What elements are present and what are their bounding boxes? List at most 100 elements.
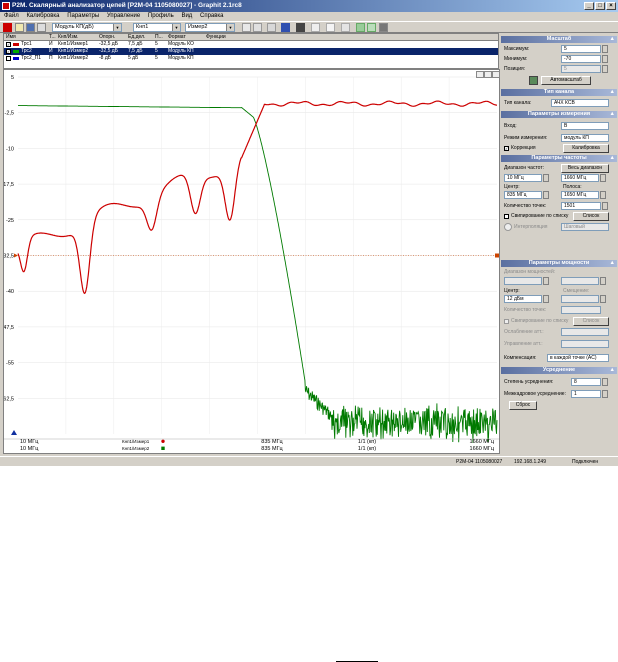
power-header[interactable]: Параметры мощности ▲ bbox=[501, 260, 617, 267]
power-stop-spin[interactable] bbox=[600, 277, 606, 285]
menu-file[interactable]: Файл bbox=[4, 13, 19, 19]
atten-ctrl-input[interactable] bbox=[561, 340, 609, 348]
trace-visible-checkbox[interactable]: ✓ bbox=[6, 42, 11, 47]
power-center-spin[interactable] bbox=[543, 295, 549, 303]
power-center-input[interactable]: 12 дБм bbox=[504, 295, 542, 303]
calibration-button[interactable]: Калибровка bbox=[563, 144, 609, 153]
avg-degree-input[interactable]: 8 bbox=[571, 378, 601, 386]
freq-stop-spin[interactable] bbox=[600, 174, 606, 182]
avg-inter-input[interactable]: 1 bbox=[571, 390, 601, 398]
marker-icon[interactable] bbox=[242, 23, 251, 32]
measure-header[interactable]: Параметры измерения ▲ bbox=[501, 111, 617, 118]
scale-header[interactable]: Масштаб ▲ bbox=[501, 36, 617, 43]
freq-start-input[interactable]: 10 МГц bbox=[504, 174, 542, 182]
line-style-icon[interactable] bbox=[281, 23, 290, 32]
col-div[interactable]: Ед.дел. bbox=[128, 34, 145, 41]
min-input[interactable]: -70 bbox=[561, 55, 601, 63]
compensation-select[interactable]: в каждой точке (AC) bbox=[547, 354, 609, 362]
min-spin[interactable] bbox=[602, 55, 608, 63]
col-name[interactable]: Имя bbox=[6, 34, 16, 41]
power-start-input[interactable] bbox=[504, 277, 542, 285]
line-width-icon[interactable] bbox=[296, 23, 305, 32]
menu-control[interactable]: Управление bbox=[107, 13, 140, 19]
max-spin[interactable] bbox=[602, 45, 608, 53]
refresh-icon[interactable] bbox=[356, 23, 365, 32]
collapse-icon[interactable]: ▲ bbox=[610, 36, 615, 43]
trace-add-icon[interactable] bbox=[267, 23, 276, 32]
mode-select[interactable]: Модуль КП(дБ) ▼ bbox=[52, 23, 122, 32]
interpolation-select[interactable]: Шаговый bbox=[561, 223, 609, 231]
avg-header[interactable]: Усреднение ▲ bbox=[501, 367, 617, 374]
correction-checkbox[interactable]: ✓ bbox=[504, 146, 509, 151]
points-spin[interactable] bbox=[602, 202, 608, 210]
full-range-button[interactable]: Весь диапазон bbox=[561, 164, 609, 173]
sweep-icon[interactable] bbox=[367, 23, 376, 32]
power-points-input[interactable] bbox=[561, 306, 601, 314]
folder-icon[interactable] bbox=[15, 23, 24, 32]
collapse-icon[interactable]: ▲ bbox=[610, 367, 615, 374]
menu-view[interactable]: Вид bbox=[181, 13, 192, 19]
input-select[interactable]: B bbox=[561, 122, 609, 130]
measure-mode-select[interactable]: модуль КП bbox=[561, 134, 609, 142]
table-row[interactable]: ✓ Трс2 И Кнп1/Измер2 -32,5 дБ 7,5 дБ 5 Модуль К… bbox=[4, 48, 498, 55]
power-list-button[interactable]: Список bbox=[573, 317, 609, 326]
avg-degree-spin[interactable] bbox=[602, 378, 608, 386]
menu-profile[interactable]: Профиль bbox=[148, 13, 174, 19]
collapse-icon[interactable]: ▲ bbox=[610, 155, 615, 162]
freq-center-input[interactable]: 835 МГц bbox=[504, 191, 542, 199]
print-icon[interactable] bbox=[37, 23, 46, 32]
table-row[interactable]: ✓ Трс1 И Кнп1/Измер1 -32,5 дБ 7,5 дБ 5 Модуль К… bbox=[4, 41, 498, 48]
col-functions[interactable]: Функции bbox=[206, 34, 226, 41]
plot-area[interactable]: 5 -2,5 -10 -17,5 -25 -32,5 -40 -47,5 -55 -62,5 10 … bbox=[3, 69, 500, 454]
col-channel[interactable]: Кнп/Изм. bbox=[58, 34, 78, 41]
collapse-icon[interactable]: ▲ bbox=[610, 111, 615, 118]
trace-visible-checkbox[interactable]: ✓ bbox=[6, 49, 11, 54]
col-ref[interactable]: Опорн. bbox=[99, 34, 115, 41]
points-input[interactable]: 1501 bbox=[561, 202, 601, 210]
menu-parameters[interactable]: Параметры bbox=[67, 13, 99, 19]
grid-icon[interactable] bbox=[311, 23, 320, 32]
trace-visible-checkbox[interactable] bbox=[6, 56, 11, 61]
collapse-icon[interactable]: ▲ bbox=[610, 260, 615, 267]
freq-list-button[interactable]: Список bbox=[573, 212, 609, 221]
power-list-checkbox[interactable] bbox=[504, 319, 509, 324]
stop-icon[interactable] bbox=[3, 23, 12, 32]
atten-input[interactable] bbox=[561, 328, 609, 336]
menu-help[interactable]: Справка bbox=[200, 13, 224, 19]
save-icon[interactable] bbox=[26, 23, 35, 32]
power-span-input[interactable] bbox=[561, 295, 599, 303]
settings-icon[interactable] bbox=[379, 23, 388, 32]
freq-header[interactable]: Параметры частоты ▲ bbox=[501, 155, 617, 162]
table-row[interactable]: Трс2_П1 П Кнп1/Измер2 -8 дБ 5 дБ 5 Модуль КП bbox=[4, 55, 498, 62]
power-span-spin[interactable] bbox=[600, 295, 606, 303]
collapse-icon[interactable]: ▲ bbox=[610, 89, 615, 96]
menu-calibration[interactable]: Калибровка bbox=[26, 13, 59, 19]
meter-select[interactable]: Измер2 ▼ bbox=[185, 23, 235, 32]
marker-search-icon[interactable] bbox=[253, 23, 262, 32]
col-format[interactable]: Формат bbox=[168, 34, 186, 41]
power-start-spin[interactable] bbox=[543, 277, 549, 285]
position-spin[interactable] bbox=[602, 65, 608, 73]
col-pos[interactable]: П... bbox=[155, 34, 163, 41]
freq-list-checkbox[interactable] bbox=[504, 214, 509, 219]
autoscale-button[interactable]: Автомасштаб bbox=[541, 76, 591, 85]
freq-span-input[interactable]: 1650 МГц bbox=[561, 191, 599, 199]
channel-select[interactable]: Кнп1 ▼ bbox=[133, 23, 181, 32]
position-input[interactable]: 5 bbox=[561, 65, 601, 73]
plot-restore-icon[interactable] bbox=[484, 71, 492, 78]
max-input[interactable]: 5 bbox=[561, 45, 601, 53]
channel-type-header[interactable]: Тип канала ▲ bbox=[501, 89, 617, 96]
plot-pin-icon[interactable] bbox=[476, 71, 484, 78]
channel-type-select[interactable]: АЧХ КСВ bbox=[551, 99, 609, 107]
plot-svg[interactable]: 5 -2,5 -10 -17,5 -25 -32,5 -40 -47,5 -55 -62,5 10 … bbox=[4, 70, 499, 453]
freq-start-spin[interactable] bbox=[543, 174, 549, 182]
power-stop-input[interactable] bbox=[561, 277, 599, 285]
window-icon[interactable] bbox=[341, 23, 350, 32]
col-type[interactable]: Т... bbox=[49, 34, 56, 41]
freq-stop-input[interactable]: 1660 МГц bbox=[561, 174, 599, 182]
avg-inter-spin[interactable] bbox=[602, 390, 608, 398]
avg-reset-button[interactable]: Сброс bbox=[509, 401, 537, 410]
maximize-button[interactable]: □ bbox=[595, 2, 605, 10]
minimize-button[interactable]: _ bbox=[584, 2, 594, 10]
close-button[interactable]: × bbox=[606, 2, 616, 10]
